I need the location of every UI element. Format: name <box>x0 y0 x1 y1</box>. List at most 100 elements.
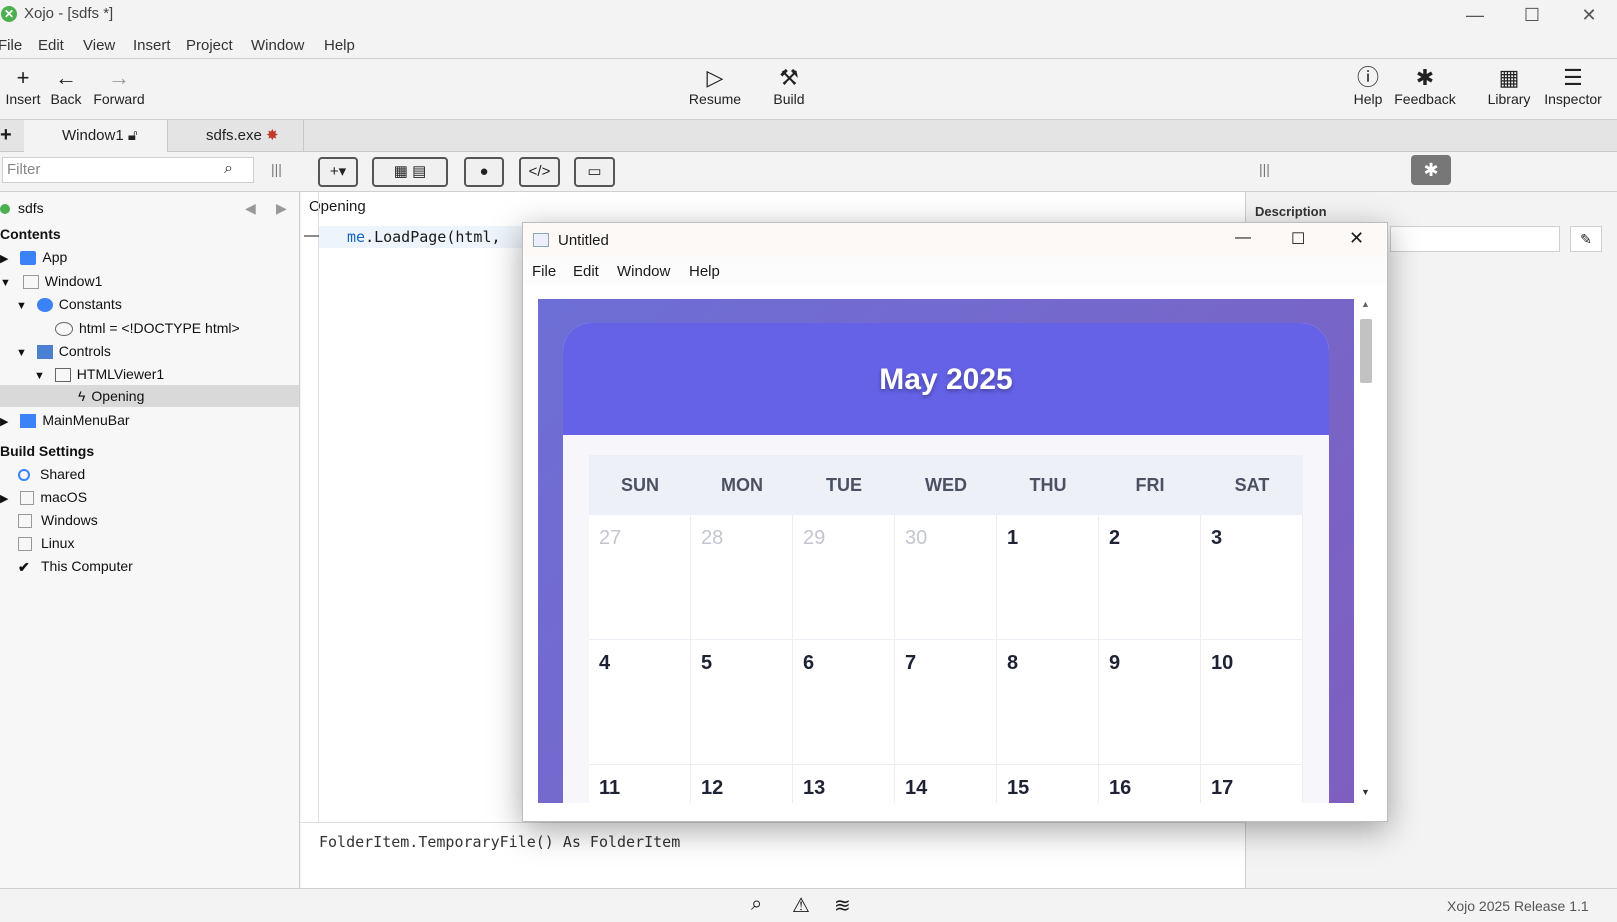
resume-button[interactable]: ▷ Resume <box>688 65 742 107</box>
inspector-settings-button[interactable]: ✱ <box>1411 155 1451 185</box>
dialog-menu-window[interactable]: Window <box>617 263 670 280</box>
grid-icon[interactable]: ▦ <box>394 163 408 180</box>
add-tab-icon[interactable]: + <box>0 124 12 147</box>
build-linux[interactable]: Linux <box>18 535 74 552</box>
scroll-down-icon[interactable]: ▼ <box>1361 787 1370 797</box>
menu-project[interactable]: Project <box>186 37 233 54</box>
build-macos[interactable]: ▶ macOS <box>0 489 87 506</box>
messages-icon[interactable]: ≋ <box>834 893 851 918</box>
tab-window1[interactable]: Window1 🔓︎ <box>24 120 168 152</box>
layout-button[interactable]: ▭ <box>574 157 615 187</box>
scroll-up-icon[interactable]: ▲ <box>1361 299 1370 309</box>
tree-item-mainmenubar[interactable]: ▶ MainMenuBar <box>0 412 130 429</box>
checkbox-icon[interactable] <box>18 537 32 552</box>
dialog-menu-help[interactable]: Help <box>689 263 720 280</box>
dialog-menu-edit[interactable]: Edit <box>573 263 599 280</box>
tree-item-controls[interactable]: ▼ Controls <box>16 343 111 360</box>
nav-back-icon[interactable]: ◀ <box>245 200 256 217</box>
quote-icon <box>55 322 73 337</box>
calendar-day-cell[interactable]: 8 <box>997 640 1099 765</box>
menu-file[interactable]: File <box>0 37 22 54</box>
tree-item-opening[interactable]: ϟ Opening <box>78 388 144 404</box>
calendar-day-cell[interactable]: 10 <box>1201 640 1303 765</box>
html-viewer[interactable]: May 2025 SUN MON TUE WED THU FRI SAT 27 28 29 30 1 2… <box>538 299 1354 803</box>
calendar-day-cell[interactable]: 11 <box>589 765 691 803</box>
window-layout-icon: ▭ <box>587 163 602 180</box>
menu-window[interactable]: Window <box>251 37 304 54</box>
inspector-button[interactable]: ☰ Inspector <box>1541 65 1605 107</box>
calendar-day-cell[interactable]: 15 <box>997 765 1099 803</box>
layout-icon[interactable]: ▤ <box>412 163 426 180</box>
description-input[interactable] <box>1390 226 1560 252</box>
radio-icon[interactable] <box>18 469 30 482</box>
maximize-button[interactable]: ☐ <box>1503 0 1561 30</box>
calendar-day-cell[interactable]: 17 <box>1201 765 1303 803</box>
add-item-button[interactable]: +▾ <box>318 157 358 187</box>
calendar-day-cell[interactable]: 1 <box>997 515 1099 640</box>
back-button[interactable]: ← Back <box>48 65 84 107</box>
fold-marker[interactable]: — <box>304 227 319 244</box>
menu-edit[interactable]: Edit <box>38 37 64 54</box>
dialog-menu-file[interactable]: File <box>532 263 556 280</box>
calendar-day-cell[interactable]: 27 <box>589 515 691 640</box>
calendar-day-cell[interactable]: 30 <box>895 515 997 640</box>
warning-icon[interactable]: ⚠ <box>792 893 810 918</box>
build-shared[interactable]: Shared <box>18 466 85 482</box>
calendar-day-cell[interactable]: 2 <box>1099 515 1201 640</box>
calendar-day-cell[interactable]: 3 <box>1201 515 1303 640</box>
nav-forward-icon[interactable]: ▶ <box>276 200 287 217</box>
tree-item-window1[interactable]: ▼ Window1 <box>0 273 102 290</box>
library-button[interactable]: ▦ Library <box>1485 65 1533 107</box>
close-button[interactable]: ✕ <box>1560 0 1617 30</box>
project-root[interactable]: sdfs <box>0 200 44 216</box>
dialog-title: Untitled <box>558 232 609 249</box>
help-button[interactable]: ⓘ Help <box>1351 65 1385 107</box>
edit-description-button[interactable]: ✎ <box>1570 226 1602 252</box>
checkbox-icon[interactable] <box>18 514 32 529</box>
build-button[interactable]: ⚒ Build <box>769 65 809 107</box>
tree-item-htmlviewer1[interactable]: ▼ HTMLViewer1 <box>34 366 164 383</box>
view-toggle[interactable]: ▦ ▤ <box>372 157 448 187</box>
menu-help[interactable]: Help <box>324 37 355 54</box>
calendar-day-cell[interactable]: 9 <box>1099 640 1201 765</box>
filter-input[interactable]: Filter <box>2 157 254 183</box>
splitter-handle-icon[interactable]: ||| <box>271 161 282 177</box>
menu-insert[interactable]: Insert <box>133 37 171 54</box>
tree-item-opening-selected[interactable] <box>0 385 299 407</box>
calendar-day-cell[interactable]: 6 <box>793 640 895 765</box>
calendar-day-cell[interactable]: 12 <box>691 765 793 803</box>
tree-item-html-constant[interactable]: html = <!DOCTYPE html> <box>55 320 240 337</box>
day-of-week-header: FRI <box>1099 455 1201 515</box>
tab-sdfs-exe[interactable]: sdfs.exe ✸ <box>170 120 304 152</box>
dialog-scrollbar[interactable]: ▲ ▼ <box>1356 299 1376 803</box>
dialog-minimize-button[interactable]: — <box>1235 229 1251 247</box>
version-label: Xojo 2025 Release 1.1 <box>1447 898 1589 914</box>
forward-button[interactable]: → Forward <box>91 65 147 107</box>
comment-button[interactable]: ● <box>464 157 504 187</box>
calendar-day-cell[interactable]: 28 <box>691 515 793 640</box>
code-button[interactable]: </> <box>519 157 560 187</box>
scrollbar-thumb[interactable] <box>1360 319 1372 383</box>
dialog-maximize-button[interactable]: ☐ <box>1291 229 1305 249</box>
search-icon[interactable]: ⌕ <box>751 893 762 916</box>
checkmark-icon[interactable]: ✔ <box>18 560 32 574</box>
calendar-day-cell[interactable]: 7 <box>895 640 997 765</box>
feedback-button[interactable]: ✱ Feedback <box>1392 65 1458 107</box>
checkbox-icon[interactable] <box>20 491 35 506</box>
calendar-day-cell[interactable]: 16 <box>1099 765 1201 803</box>
calendar-day-cell[interactable]: 5 <box>691 640 793 765</box>
build-this-computer[interactable]: ✔ This Computer <box>18 558 133 574</box>
dialog-close-button[interactable]: ✕ <box>1349 228 1364 249</box>
minimize-button[interactable]: — <box>1446 0 1504 30</box>
inspector-splitter-icon[interactable]: ||| <box>1259 161 1270 177</box>
tree-item-app[interactable]: ▶ App <box>0 249 67 266</box>
tree-item-constants[interactable]: ▼ Constants <box>16 296 122 313</box>
calendar-day-cell[interactable]: 14 <box>895 765 997 803</box>
code-line[interactable]: me.LoadPage(html, <box>347 228 501 246</box>
menu-view[interactable]: View <box>83 37 115 54</box>
build-windows[interactable]: Windows <box>18 512 98 529</box>
calendar-day-cell[interactable]: 13 <box>793 765 895 803</box>
insert-button[interactable]: + Insert <box>4 65 42 107</box>
calendar-day-cell[interactable]: 29 <box>793 515 895 640</box>
calendar-day-cell[interactable]: 4 <box>589 640 691 765</box>
